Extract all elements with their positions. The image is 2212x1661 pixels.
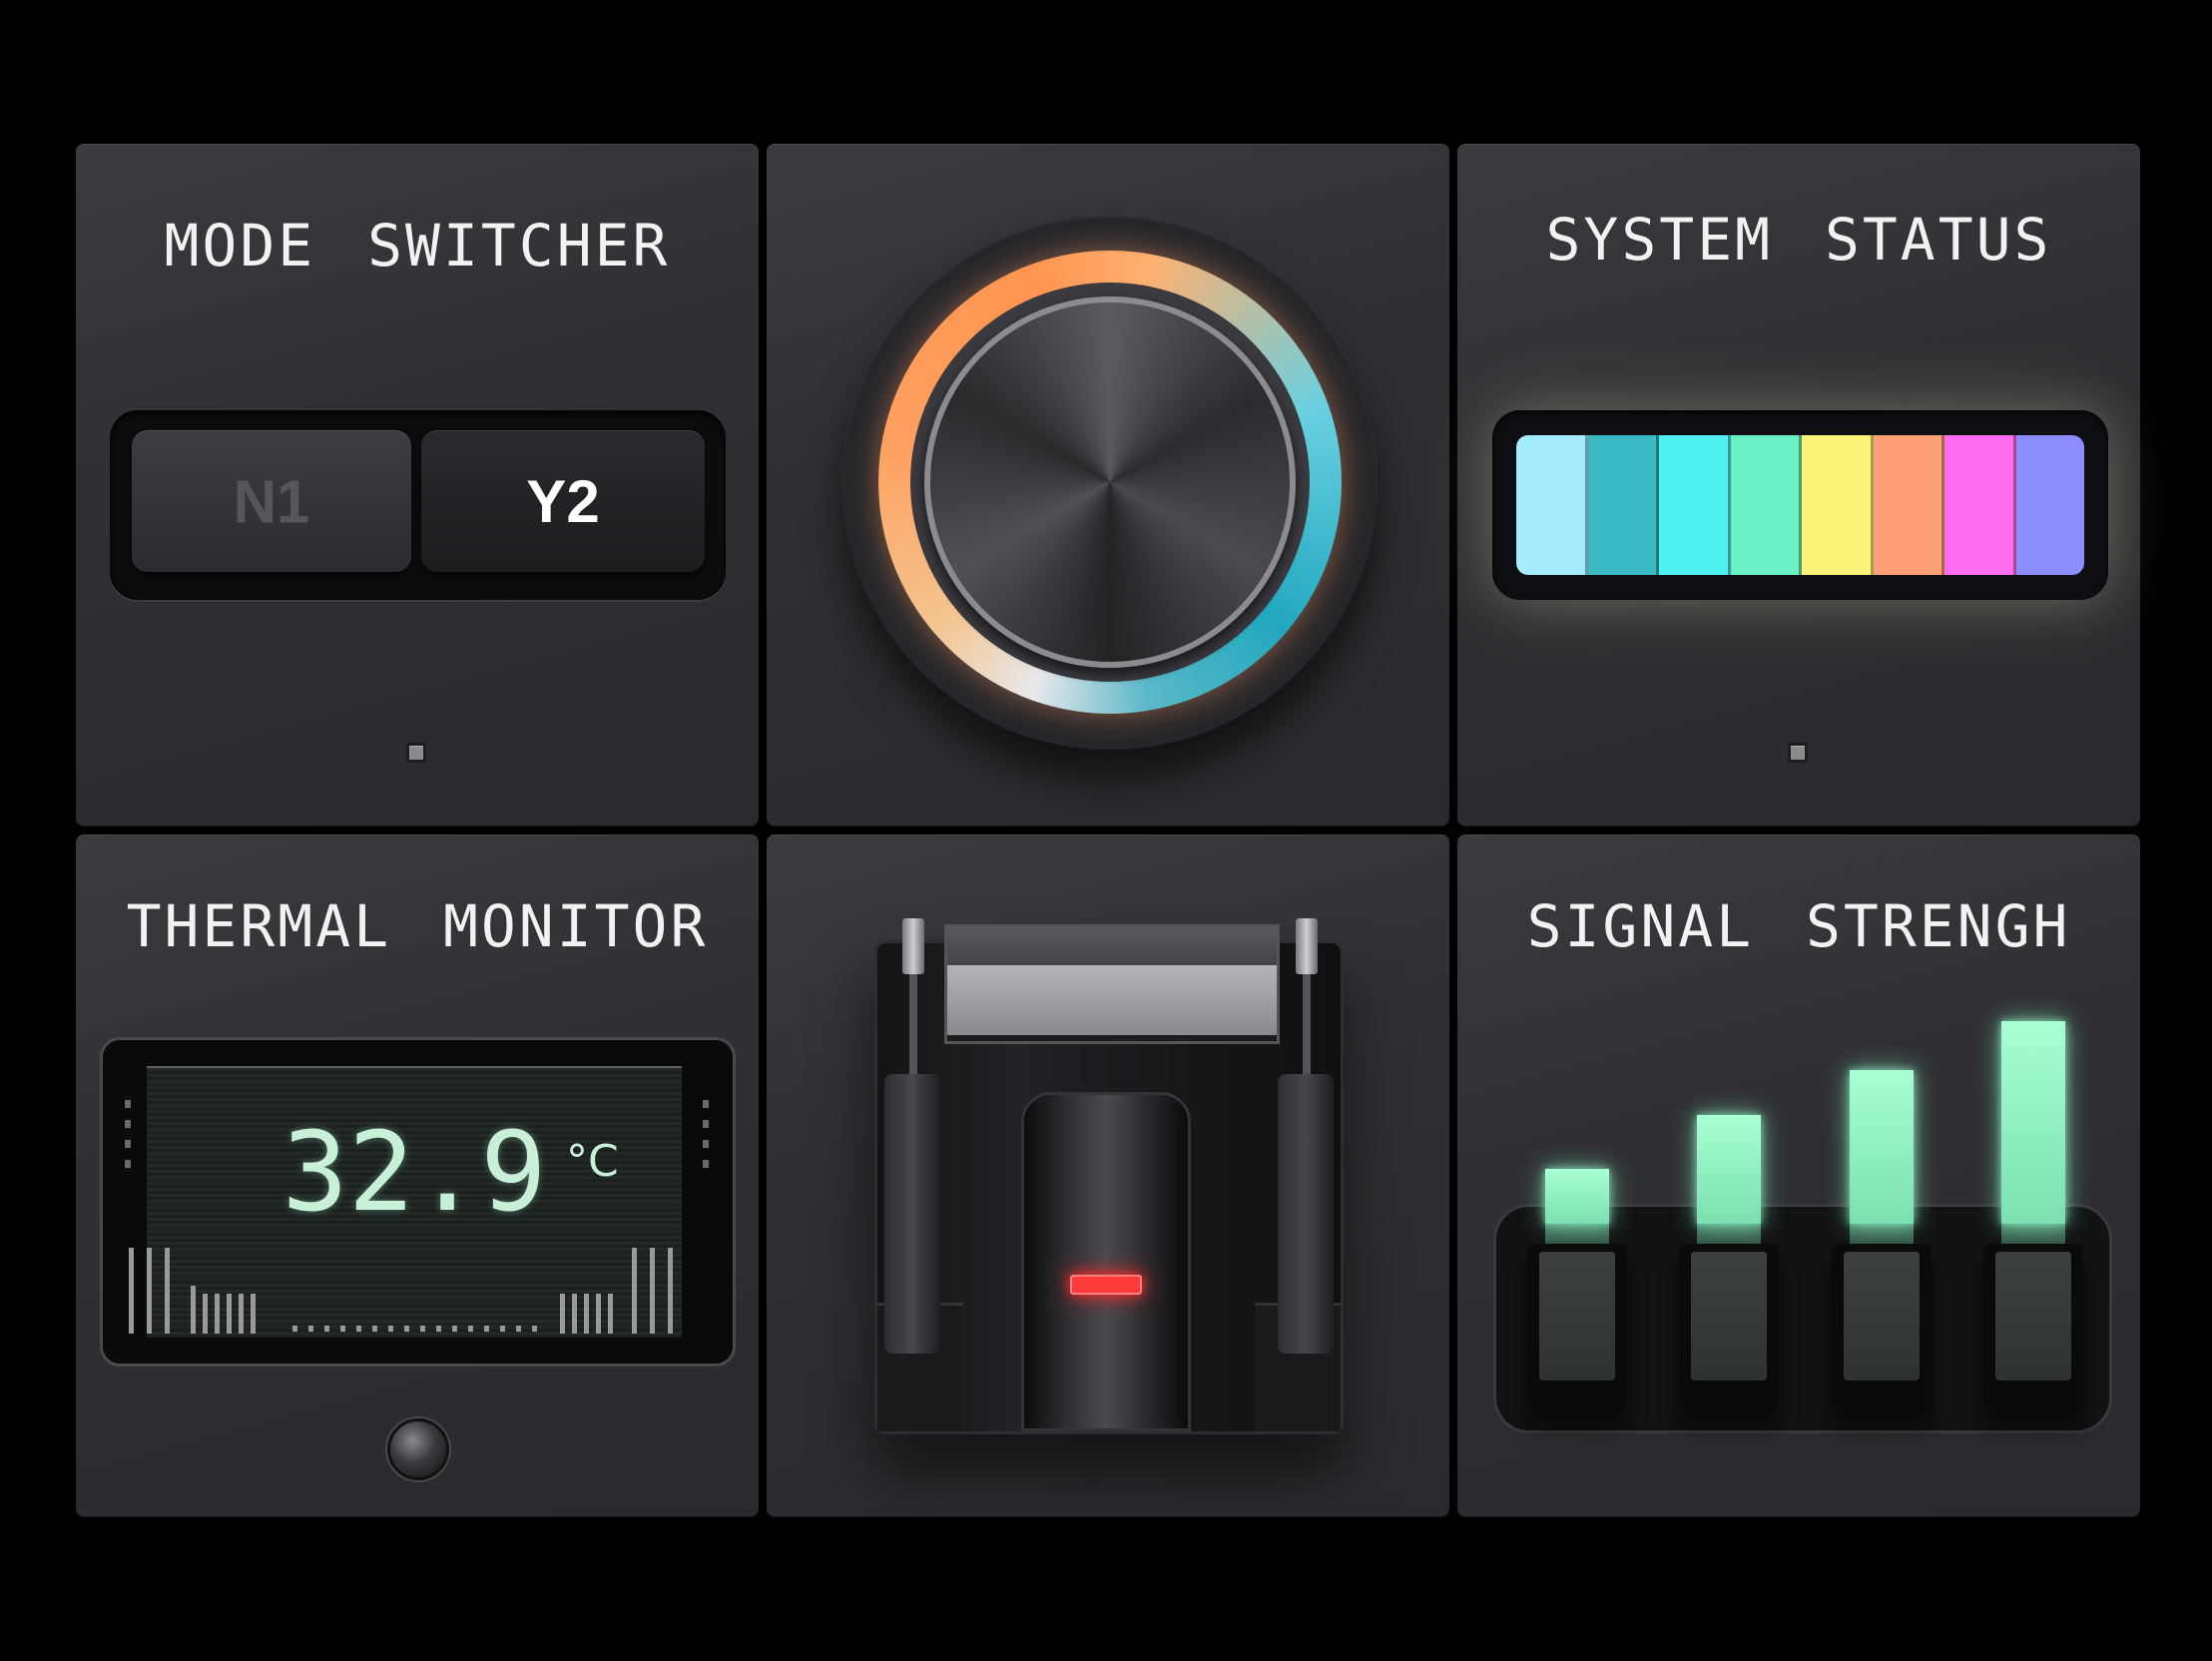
lever-cheek-right — [1278, 1074, 1334, 1354]
scale-tick — [191, 1286, 196, 1334]
status-indicator-led — [1788, 743, 1808, 763]
mode-indicator-led — [406, 743, 426, 763]
lever-header-plate — [944, 924, 1280, 1044]
thermal-monitor-panel: THERMAL MONITOR 32.9 °C — [76, 834, 759, 1517]
scale-tick — [650, 1248, 655, 1334]
system-status-panel: SYSTEM STATUS — [1457, 144, 2140, 827]
scale-tick — [165, 1248, 170, 1334]
mode-switcher-title: MODE SWITCHER — [164, 212, 671, 279]
lever-cheek-left — [884, 1074, 940, 1354]
scale-tick — [572, 1294, 577, 1334]
temperature-unit: °C — [566, 1136, 619, 1187]
left-scale-dots — [125, 1100, 133, 1180]
signal-slider-2[interactable] — [1679, 1244, 1779, 1408]
thermal-scale-dotted-line — [292, 1326, 542, 1332]
signal-bar-4 — [2001, 1021, 2065, 1224]
thermal-reset-button[interactable] — [387, 1418, 449, 1480]
scale-tick — [251, 1294, 256, 1334]
status-segment-7 — [1944, 435, 2016, 575]
signal-slider-4[interactable] — [1983, 1244, 2083, 1408]
signal-bar-3 — [1850, 1070, 1914, 1224]
signal-bar-1 — [1545, 1169, 1609, 1224]
mode-option-n1-button[interactable]: N1 — [132, 430, 411, 572]
mode-switcher-panel: MODE SWITCHER N1 Y2 — [76, 144, 759, 827]
scale-tick — [668, 1248, 673, 1334]
signal-slider-cap — [1844, 1252, 1920, 1381]
lever-switch-panel — [767, 834, 1449, 1517]
rotary-knob-housing — [842, 215, 1378, 750]
status-color-bar — [1492, 410, 2108, 600]
system-status-title: SYSTEM STATUS — [1545, 206, 2052, 274]
scale-tick — [239, 1294, 244, 1334]
signal-strength-title: SIGNAL STRENGH — [1526, 892, 2071, 960]
signal-slider-3[interactable] — [1832, 1244, 1932, 1408]
scale-tick — [560, 1294, 565, 1334]
signal-bar-2 — [1697, 1115, 1761, 1224]
lever-header-top — [947, 927, 1277, 965]
lever-label-bar — [947, 965, 1277, 1035]
signal-slider-cap — [1691, 1252, 1767, 1381]
signal-strength-panel: SIGNAL STRENGH — [1457, 834, 2140, 1517]
status-segment-6 — [1873, 435, 1944, 575]
right-scale-dots — [703, 1100, 711, 1180]
signal-slider-cap — [1539, 1252, 1615, 1381]
scale-tick — [147, 1248, 152, 1334]
scale-tick — [632, 1248, 637, 1334]
status-segment-1 — [1516, 435, 1588, 575]
lever-pin-left — [902, 918, 924, 974]
status-segment-5 — [1802, 435, 1874, 575]
status-segment-4 — [1730, 435, 1802, 575]
status-segment-2 — [1587, 435, 1659, 575]
mode-option-y2-button[interactable]: Y2 — [421, 430, 705, 572]
status-segments — [1516, 435, 2084, 575]
rotary-knob[interactable] — [924, 296, 1296, 668]
status-segment-3 — [1659, 435, 1731, 575]
lever-status-led — [1070, 1275, 1142, 1295]
status-segment-8 — [2015, 435, 2084, 575]
signal-slider-cap — [1995, 1252, 2071, 1381]
signal-slider-1[interactable] — [1527, 1244, 1627, 1408]
thermal-display: 32.9 °C — [100, 1037, 736, 1367]
scale-tick — [584, 1294, 589, 1334]
scale-tick — [215, 1294, 220, 1334]
rotary-knob-panel — [767, 144, 1449, 827]
scale-tick — [227, 1294, 232, 1334]
mode-switch-track: N1 Y2 — [110, 410, 726, 600]
scale-tick — [203, 1294, 208, 1334]
scale-tick — [129, 1248, 134, 1334]
thermal-monitor-title: THERMAL MONITOR — [126, 892, 709, 960]
scale-tick — [596, 1294, 601, 1334]
lever-handle[interactable] — [1021, 1092, 1191, 1431]
lever-pin-right — [1296, 918, 1318, 974]
scale-tick — [608, 1294, 613, 1334]
